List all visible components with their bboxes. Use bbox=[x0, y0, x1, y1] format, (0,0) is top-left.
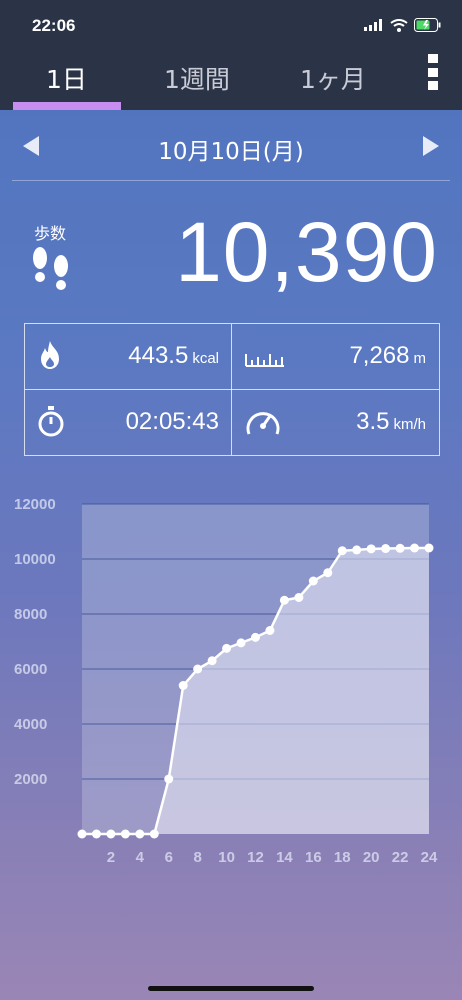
footprints-icon bbox=[33, 247, 68, 290]
speed-unit: km/h bbox=[393, 416, 426, 433]
status-bar: 22:06 bbox=[0, 14, 462, 40]
x-tick-label: 12 bbox=[247, 849, 264, 866]
steps-label: 歩数 bbox=[34, 224, 67, 243]
chart-canvas: 200040006000800010000120002 4 6 8 10 12 14 16 18… bbox=[14, 496, 438, 866]
data-point bbox=[410, 543, 420, 553]
data-point bbox=[323, 568, 333, 578]
data-point bbox=[265, 626, 275, 635]
date-navigation: 10月10日(月) bbox=[0, 128, 462, 168]
y-tick-label: 2000 bbox=[14, 771, 47, 788]
tab-1-day[interactable]: 1日 bbox=[46, 60, 87, 96]
x-tick-label: 18 bbox=[334, 849, 351, 866]
speed-value: 3.5 bbox=[356, 408, 390, 435]
data-point bbox=[381, 544, 391, 554]
x-tick-label: 22 bbox=[392, 849, 409, 866]
data-point bbox=[149, 829, 159, 839]
y-tick-label: 10000 bbox=[14, 551, 56, 568]
data-point bbox=[135, 829, 145, 839]
y-tick-label: 8000 bbox=[14, 606, 47, 623]
data-point bbox=[251, 632, 260, 642]
battery-icon bbox=[414, 18, 441, 32]
tab-1-week[interactable]: 1週間 bbox=[164, 60, 230, 96]
data-point bbox=[337, 546, 347, 556]
x-tick-label: 6 bbox=[165, 849, 173, 866]
status-time: 22:06 bbox=[32, 16, 76, 35]
date-divider bbox=[12, 180, 450, 181]
hourly-steps-chart: 2000 4000 6000 8000 10000 12000 2 4 6 8 10 12 14 16 18… bbox=[0, 486, 462, 866]
x-tick-label: 8 bbox=[193, 849, 201, 866]
data-point bbox=[91, 829, 101, 839]
stopwatch-icon bbox=[38, 406, 64, 437]
period-tabs: 1日 1週間 1ヶ月 bbox=[0, 52, 462, 110]
steps-count: 10,390 bbox=[175, 205, 438, 299]
more-menu-icon[interactable] bbox=[426, 54, 440, 90]
data-point bbox=[308, 576, 318, 586]
duration-value: 02:05:43 bbox=[125, 408, 219, 435]
x-tick-label: 24 bbox=[421, 849, 438, 866]
x-tick-label: 2 bbox=[107, 849, 115, 866]
duration-cell: 02:05:43 bbox=[25, 390, 231, 455]
data-point bbox=[279, 595, 289, 605]
y-tick-label: 6000 bbox=[14, 661, 47, 678]
x-tick-label: 20 bbox=[363, 849, 380, 866]
data-point bbox=[352, 545, 362, 555]
calories-cell: 443.5 kcal bbox=[25, 324, 231, 389]
data-point bbox=[193, 664, 203, 674]
ruler-icon bbox=[245, 354, 284, 367]
y-tick-label: 12000 bbox=[14, 496, 56, 513]
current-date: 10月10日(月) bbox=[158, 139, 304, 165]
data-point bbox=[366, 544, 376, 554]
data-point bbox=[294, 593, 304, 602]
data-point bbox=[178, 681, 188, 690]
home-indicator bbox=[148, 986, 314, 991]
active-tab-indicator bbox=[13, 102, 121, 110]
next-day-arrow-icon[interactable] bbox=[423, 136, 439, 156]
data-point bbox=[164, 774, 174, 784]
data-point bbox=[106, 829, 116, 839]
speedometer-icon bbox=[246, 412, 280, 435]
top-bar: 22:06 1日 1週間 1ヶ月 bbox=[0, 0, 462, 110]
stats-grid: 443.5 kcal 7,268 m 02:05:43 3.5 km/h bbox=[24, 323, 440, 456]
data-point bbox=[424, 543, 434, 553]
status-icons bbox=[364, 18, 442, 32]
distance-cell: 7,268 m bbox=[232, 324, 438, 389]
flame-icon bbox=[41, 341, 59, 369]
speed-cell: 3.5 km/h bbox=[232, 390, 438, 455]
distance-value: 7,268 bbox=[349, 342, 410, 369]
tab-1-month[interactable]: 1ヶ月 bbox=[300, 60, 366, 96]
x-tick-label: 14 bbox=[276, 849, 293, 866]
wifi-icon bbox=[390, 18, 408, 32]
x-tick-label: 4 bbox=[136, 849, 145, 866]
calories-value: 443.5 bbox=[128, 342, 189, 369]
data-point bbox=[222, 643, 232, 653]
calories-unit: kcal bbox=[192, 350, 219, 367]
x-tick-label: 10 bbox=[218, 849, 235, 866]
data-point bbox=[395, 543, 405, 553]
x-tick-label: 16 bbox=[305, 849, 322, 866]
data-point bbox=[207, 656, 217, 666]
y-tick-label: 4000 bbox=[14, 716, 47, 733]
data-point bbox=[77, 829, 87, 839]
data-point bbox=[120, 829, 130, 839]
distance-unit: m bbox=[413, 350, 427, 367]
signal-icon bbox=[364, 19, 382, 31]
data-point bbox=[236, 638, 246, 648]
